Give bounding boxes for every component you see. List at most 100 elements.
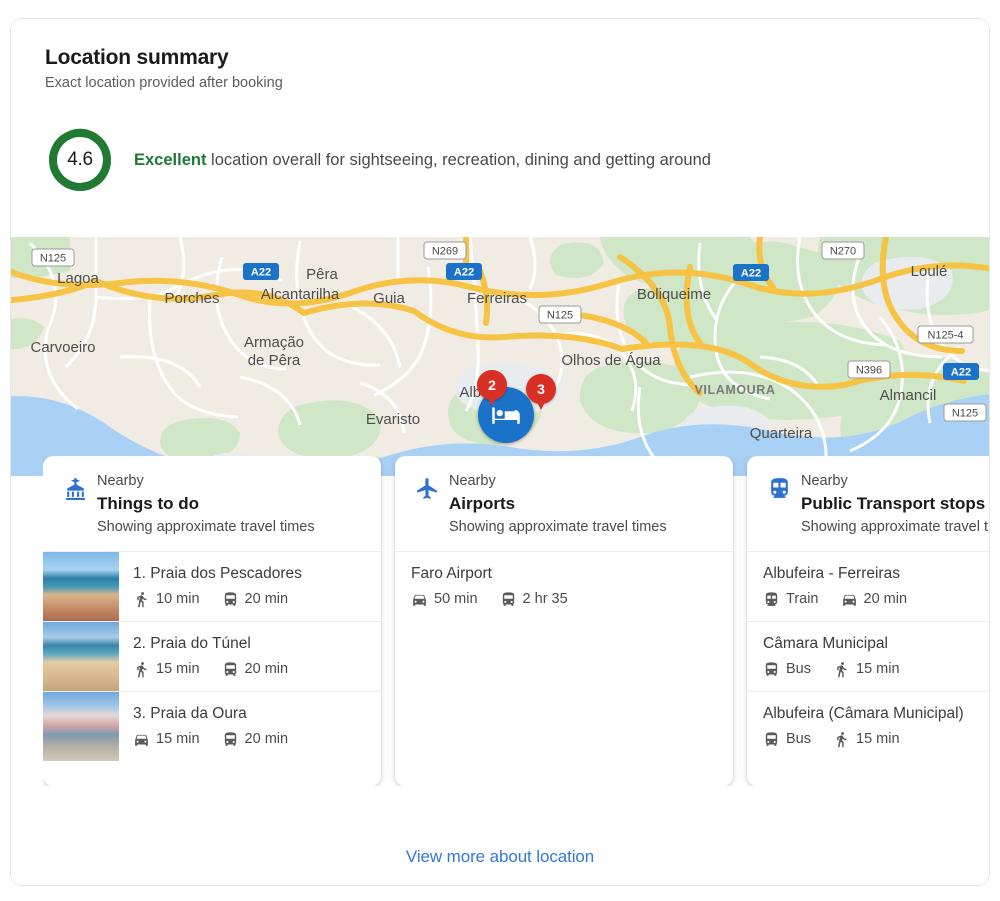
travel-time-car: 20 min — [841, 591, 908, 608]
svg-text:A22: A22 — [951, 367, 971, 379]
bus-icon — [224, 662, 236, 676]
airplane-icon — [409, 472, 445, 537]
rating-description: Excellent location overall for sightseei… — [134, 149, 711, 171]
travel-time-value: 10 min — [156, 591, 200, 608]
poi-body: Albufeira - Ferreiras Train 20 min — [747, 552, 989, 621]
rating-score: 4.6 — [67, 149, 93, 171]
travel-time-value: 15 min — [856, 731, 900, 748]
car-icon — [135, 734, 148, 746]
svg-text:N396: N396 — [856, 365, 882, 377]
svg-text:N125: N125 — [40, 253, 66, 265]
poi-name: 2. Praia do Túnel — [133, 635, 251, 653]
travel-time-bus: 20 min — [222, 661, 288, 678]
card-title: Public Transport stops — [801, 493, 986, 513]
svg-text:Porches: Porches — [164, 290, 219, 307]
list-item[interactable]: Faro Airport 50 min 2 hr 35 — [395, 550, 733, 621]
svg-text:VILAMOURA: VILAMOURA — [694, 383, 775, 397]
svg-text:Guia: Guia — [373, 290, 405, 307]
svg-text:Quarteira: Quarteira — [750, 425, 813, 442]
nearby-card-public-transport[interactable]: Nearby Public Transport stops Showing ap… — [747, 456, 989, 786]
travel-time-bus: 2 hr 35 — [500, 591, 568, 608]
nearby-card-airports[interactable]: Nearby Airports Showing approximate trav… — [395, 456, 733, 786]
view-more-about-location-link[interactable]: View more about location — [406, 847, 594, 866]
svg-text:Almancil: Almancil — [880, 387, 937, 404]
map-pin-tail — [534, 396, 548, 410]
location-rating: 4.6 Excellent location overall for sight… — [45, 125, 989, 195]
poi-list: 1. Praia dos Pescadores 10 min 20 min 2.… — [43, 550, 381, 761]
list-item[interactable]: 2. Praia do Túnel 15 min 20 min — [43, 620, 381, 691]
poi-name: Albufeira - Ferreiras — [763, 565, 900, 583]
walking-icon — [837, 662, 847, 678]
nearby-cards-carousel[interactable]: Nearby Things to do Showing approximate … — [43, 456, 989, 786]
bus-icon — [765, 662, 778, 676]
poi-times: Train 20 min — [763, 591, 989, 608]
list-item[interactable]: 1. Praia dos Pescadores 10 min 20 min — [43, 550, 381, 621]
nearby-card-things-to-do[interactable]: Nearby Things to do Showing approximate … — [43, 456, 381, 786]
travel-mode-value: Bus — [786, 661, 811, 678]
map-pin-3[interactable]: 3 — [526, 374, 556, 414]
list-item[interactable]: Albufeira (Câmara Municipal) Bus 15 min — [747, 690, 989, 761]
travel-time-car: 15 min — [133, 731, 200, 748]
poi-list: Albufeira - Ferreiras Train 20 min Câmar… — [747, 550, 989, 761]
travel-time-value: 50 min — [434, 591, 478, 608]
rating-ring: 4.6 — [45, 125, 115, 195]
poi-body: 2. Praia do Túnel 15 min 20 min — [119, 622, 381, 691]
travel-time-value: 20 min — [863, 591, 908, 608]
svg-text:N125: N125 — [547, 310, 573, 322]
travel-time-walk: 15 min — [833, 731, 900, 748]
walking-icon — [137, 592, 147, 608]
list-item[interactable]: 3. Praia da Oura 15 min 20 min — [43, 690, 381, 761]
svg-text:N125-4: N125-4 — [927, 330, 963, 342]
poi-thumbnail — [43, 551, 119, 621]
bus-icon — [224, 732, 236, 746]
travel-time-value: 15 min — [156, 661, 200, 678]
poi-body: Faro Airport 50 min 2 hr 35 — [395, 552, 733, 621]
travel-time-value: 15 min — [156, 731, 200, 748]
travel-time-value: 2 hr 35 — [522, 591, 568, 608]
card-subtitle: Showing approximate travel times — [801, 518, 989, 535]
svg-text:A22: A22 — [741, 268, 761, 280]
attraction-icon — [57, 472, 93, 537]
svg-text:N125: N125 — [952, 408, 978, 420]
svg-text:Lagoa: Lagoa — [57, 270, 99, 287]
poi-thumbnail — [43, 691, 119, 761]
bus-icon — [224, 592, 236, 606]
poi-name: 1. Praia dos Pescadores — [133, 565, 302, 583]
travel-time-value: 20 min — [244, 591, 289, 608]
poi-thumbnail — [43, 621, 119, 691]
car-icon — [413, 594, 426, 606]
poi-times: 50 min 2 hr 35 — [411, 591, 721, 608]
poi-body: Câmara Municipal Bus 15 min — [747, 622, 989, 691]
poi-times: 15 min 20 min — [133, 731, 369, 748]
card-eyebrow: Nearby — [97, 473, 144, 489]
svg-text:Loulé: Loulé — [911, 263, 948, 280]
map-pin-tail — [485, 392, 499, 406]
travel-time-value: 15 min — [856, 661, 900, 678]
page-subtitle: Exact location provided after booking — [45, 75, 283, 92]
map-pin-2[interactable]: 2 — [477, 370, 507, 410]
travel-time-bus: 20 min — [222, 591, 289, 608]
bus-icon — [502, 592, 514, 606]
svg-text:Boliqueime: Boliqueime — [637, 286, 711, 303]
car-icon — [842, 594, 856, 606]
footer: View more about location — [11, 847, 989, 867]
card-header: Nearby Public Transport stops Showing ap… — [747, 456, 989, 551]
card-header: Nearby Things to do Showing approximate … — [43, 456, 381, 551]
svg-text:N270: N270 — [830, 246, 856, 258]
svg-text:Alcantarilha: Alcantarilha — [261, 286, 340, 303]
poi-times: 15 min 20 min — [133, 661, 369, 678]
travel-time-walk: 15 min — [133, 661, 200, 678]
location-summary-page: Location summary Exact location provided… — [0, 0, 1000, 901]
list-item[interactable]: Câmara Municipal Bus 15 min — [747, 620, 989, 691]
poi-name: Albufeira (Câmara Municipal) — [763, 705, 964, 723]
card-header: Nearby Airports Showing approximate trav… — [395, 456, 733, 551]
card-header-text: Nearby Public Transport stops Showing ap… — [797, 472, 989, 537]
card-title: Things to do — [97, 493, 199, 513]
svg-text:A22: A22 — [454, 267, 474, 279]
card-header: Location summary Exact location provided… — [11, 19, 989, 93]
location-summary-card: Location summary Exact location provided… — [10, 18, 990, 886]
svg-text:A22: A22 — [251, 267, 271, 279]
poi-body: 1. Praia dos Pescadores 10 min 20 min — [119, 552, 381, 621]
travel-time-bus: 20 min — [222, 731, 288, 748]
list-item[interactable]: Albufeira - Ferreiras Train 20 min — [747, 550, 989, 621]
